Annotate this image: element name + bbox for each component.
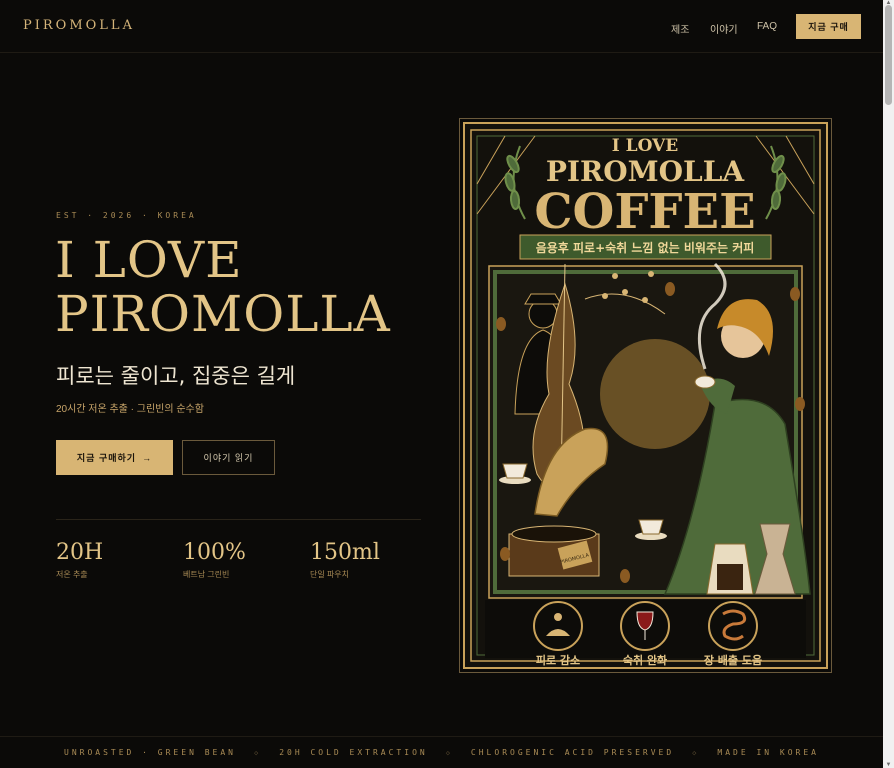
header-buy-button[interactable]: 지금 구매 <box>796 14 861 39</box>
diamond-separator-icon: ◇ <box>253 748 262 757</box>
marquee-item: CHLOROGENIC ACID PRESERVED <box>470 748 675 757</box>
stat-extraction: 20H 저온 추출 <box>56 540 103 580</box>
marquee-item: UNROASTED · GREEN BEAN <box>64 748 236 757</box>
feature-marquee: UNROASTED · GREEN BEAN ◇ 20H COLD EXTRAC… <box>0 736 883 768</box>
poster-artwork: I LOVE PIROMOLLA COFFEE 음용후 피로+숙취 느낌 없는 … <box>470 129 821 667</box>
stat-value: 20H <box>56 540 104 565</box>
badge-label-digestion: 장 배출 도움 <box>704 653 762 667</box>
page-scrollbar[interactable]: ▲ ▼ <box>883 0 894 768</box>
stat-value: 150ml <box>310 540 380 565</box>
nav-link-made[interactable]: 제조 <box>671 21 689 36</box>
hero-eyebrow: EST · 2026 · KOREA <box>56 211 197 220</box>
hero-note: 20시간 저온 추출 · 그린빈의 순수함 <box>56 404 204 415</box>
nav-link-faq[interactable]: FAQ <box>757 21 777 32</box>
coffee-pot-icon <box>706 543 754 595</box>
hero-title: I LOVE PIROMOLLA <box>55 233 435 341</box>
diamond-separator-icon: ◇ <box>445 748 453 757</box>
buy-now-button[interactable]: 지금 구매하기 → <box>56 440 173 475</box>
laurel-right-icon <box>765 145 787 220</box>
stat-label: 베트남 그린빈 <box>183 570 230 579</box>
site-header: PIROMOLLA 제조 이야기 FAQ 지금 구매 <box>0 0 883 53</box>
marquee-item: 20H COLD EXTRACTION <box>279 748 428 757</box>
nav-link-story[interactable]: 이야기 <box>710 21 738 36</box>
poster-banner: 음용후 피로+숙취 느낌 없는 비워주는 커피 <box>536 240 755 255</box>
brand-logo[interactable]: PIROMOLLA <box>23 18 135 33</box>
stat-volume: 150ml 단일 파우치 <box>310 540 380 580</box>
poster-line3: COFFEE <box>534 184 755 240</box>
stat-bean: 100% 베트남 그린빈 <box>183 540 246 580</box>
laurel-left-icon <box>504 145 526 220</box>
poster-line1: I LOVE <box>612 136 679 156</box>
hero-subtitle: 피로는 줄이고, 집중은 길게 <box>56 364 296 388</box>
arrow-right-icon: → <box>142 452 153 463</box>
diamond-separator-icon: ◇ <box>692 748 700 757</box>
hero-title-line1: I LOVE <box>55 231 243 289</box>
badge-label-hangover: 숙취 완화 <box>623 653 667 667</box>
buy-now-label: 지금 구매하기 <box>76 453 137 463</box>
hero-title-line2: PIROMOLLA <box>55 285 391 343</box>
scroll-thumb[interactable] <box>885 5 892 105</box>
marquee-item: MADE IN KOREA <box>717 748 819 757</box>
read-story-button[interactable]: 이야기 읽기 <box>182 440 275 475</box>
badge-label-fatigue: 피로 감소 <box>536 653 580 667</box>
product-poster: I LOVE PIROMOLLA COFFEE 음용후 피로+숙취 느낌 없는 … <box>463 122 828 669</box>
stat-label: 저온 추출 <box>56 570 88 579</box>
scroll-down-arrow-icon[interactable]: ▼ <box>885 762 892 768</box>
stats-divider <box>56 519 421 520</box>
stat-value: 100% <box>183 540 246 565</box>
stat-label: 단일 파우치 <box>310 570 350 579</box>
